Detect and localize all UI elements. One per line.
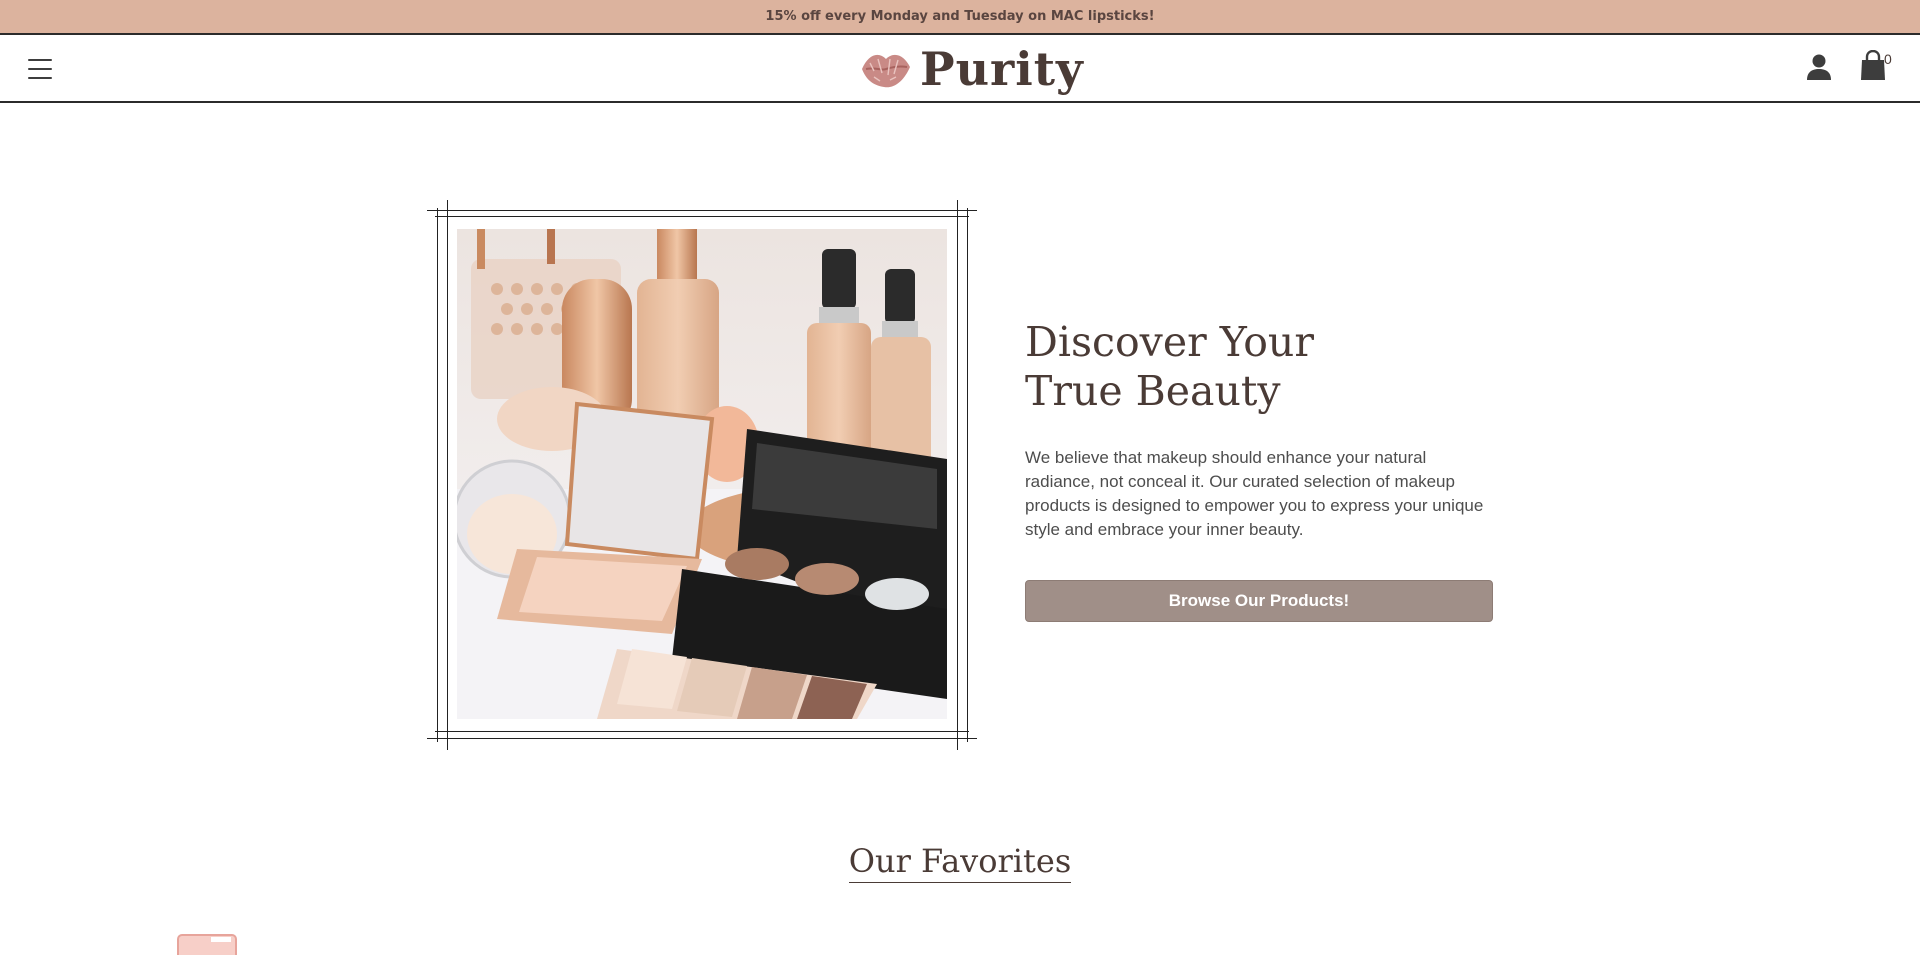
hero-makeup-image: [457, 229, 947, 719]
favorites-heading: Our Favorites: [0, 842, 1920, 883]
lips-icon: [862, 54, 910, 88]
hero-text-block: Discover Your True Beauty We believe tha…: [1025, 318, 1495, 622]
promo-text: 15% off every Monday and Tuesday on MAC …: [765, 9, 1155, 24]
user-icon[interactable]: [1804, 52, 1834, 82]
product-thumbnail[interactable]: [177, 933, 239, 955]
hero-title: Discover Your True Beauty: [1025, 318, 1314, 415]
browse-products-button[interactable]: Browse Our Products!: [1025, 580, 1493, 622]
hero-description: We believe that makeup should enhance yo…: [1025, 448, 1484, 539]
cart-count-badge: 0: [1884, 51, 1892, 67]
logo-text: Purity: [920, 42, 1084, 96]
favorites-heading-text: Our Favorites: [848, 842, 1072, 883]
site-logo[interactable]: Purity: [860, 41, 1084, 97]
hamburger-icon[interactable]: [28, 59, 52, 79]
promo-banner: 15% off every Monday and Tuesday on MAC …: [0, 0, 1920, 35]
product-thumbnail[interactable]: [1190, 950, 1230, 955]
product-thumbnail[interactable]: [1630, 949, 1710, 955]
site-header: Purity 0: [0, 35, 1920, 103]
